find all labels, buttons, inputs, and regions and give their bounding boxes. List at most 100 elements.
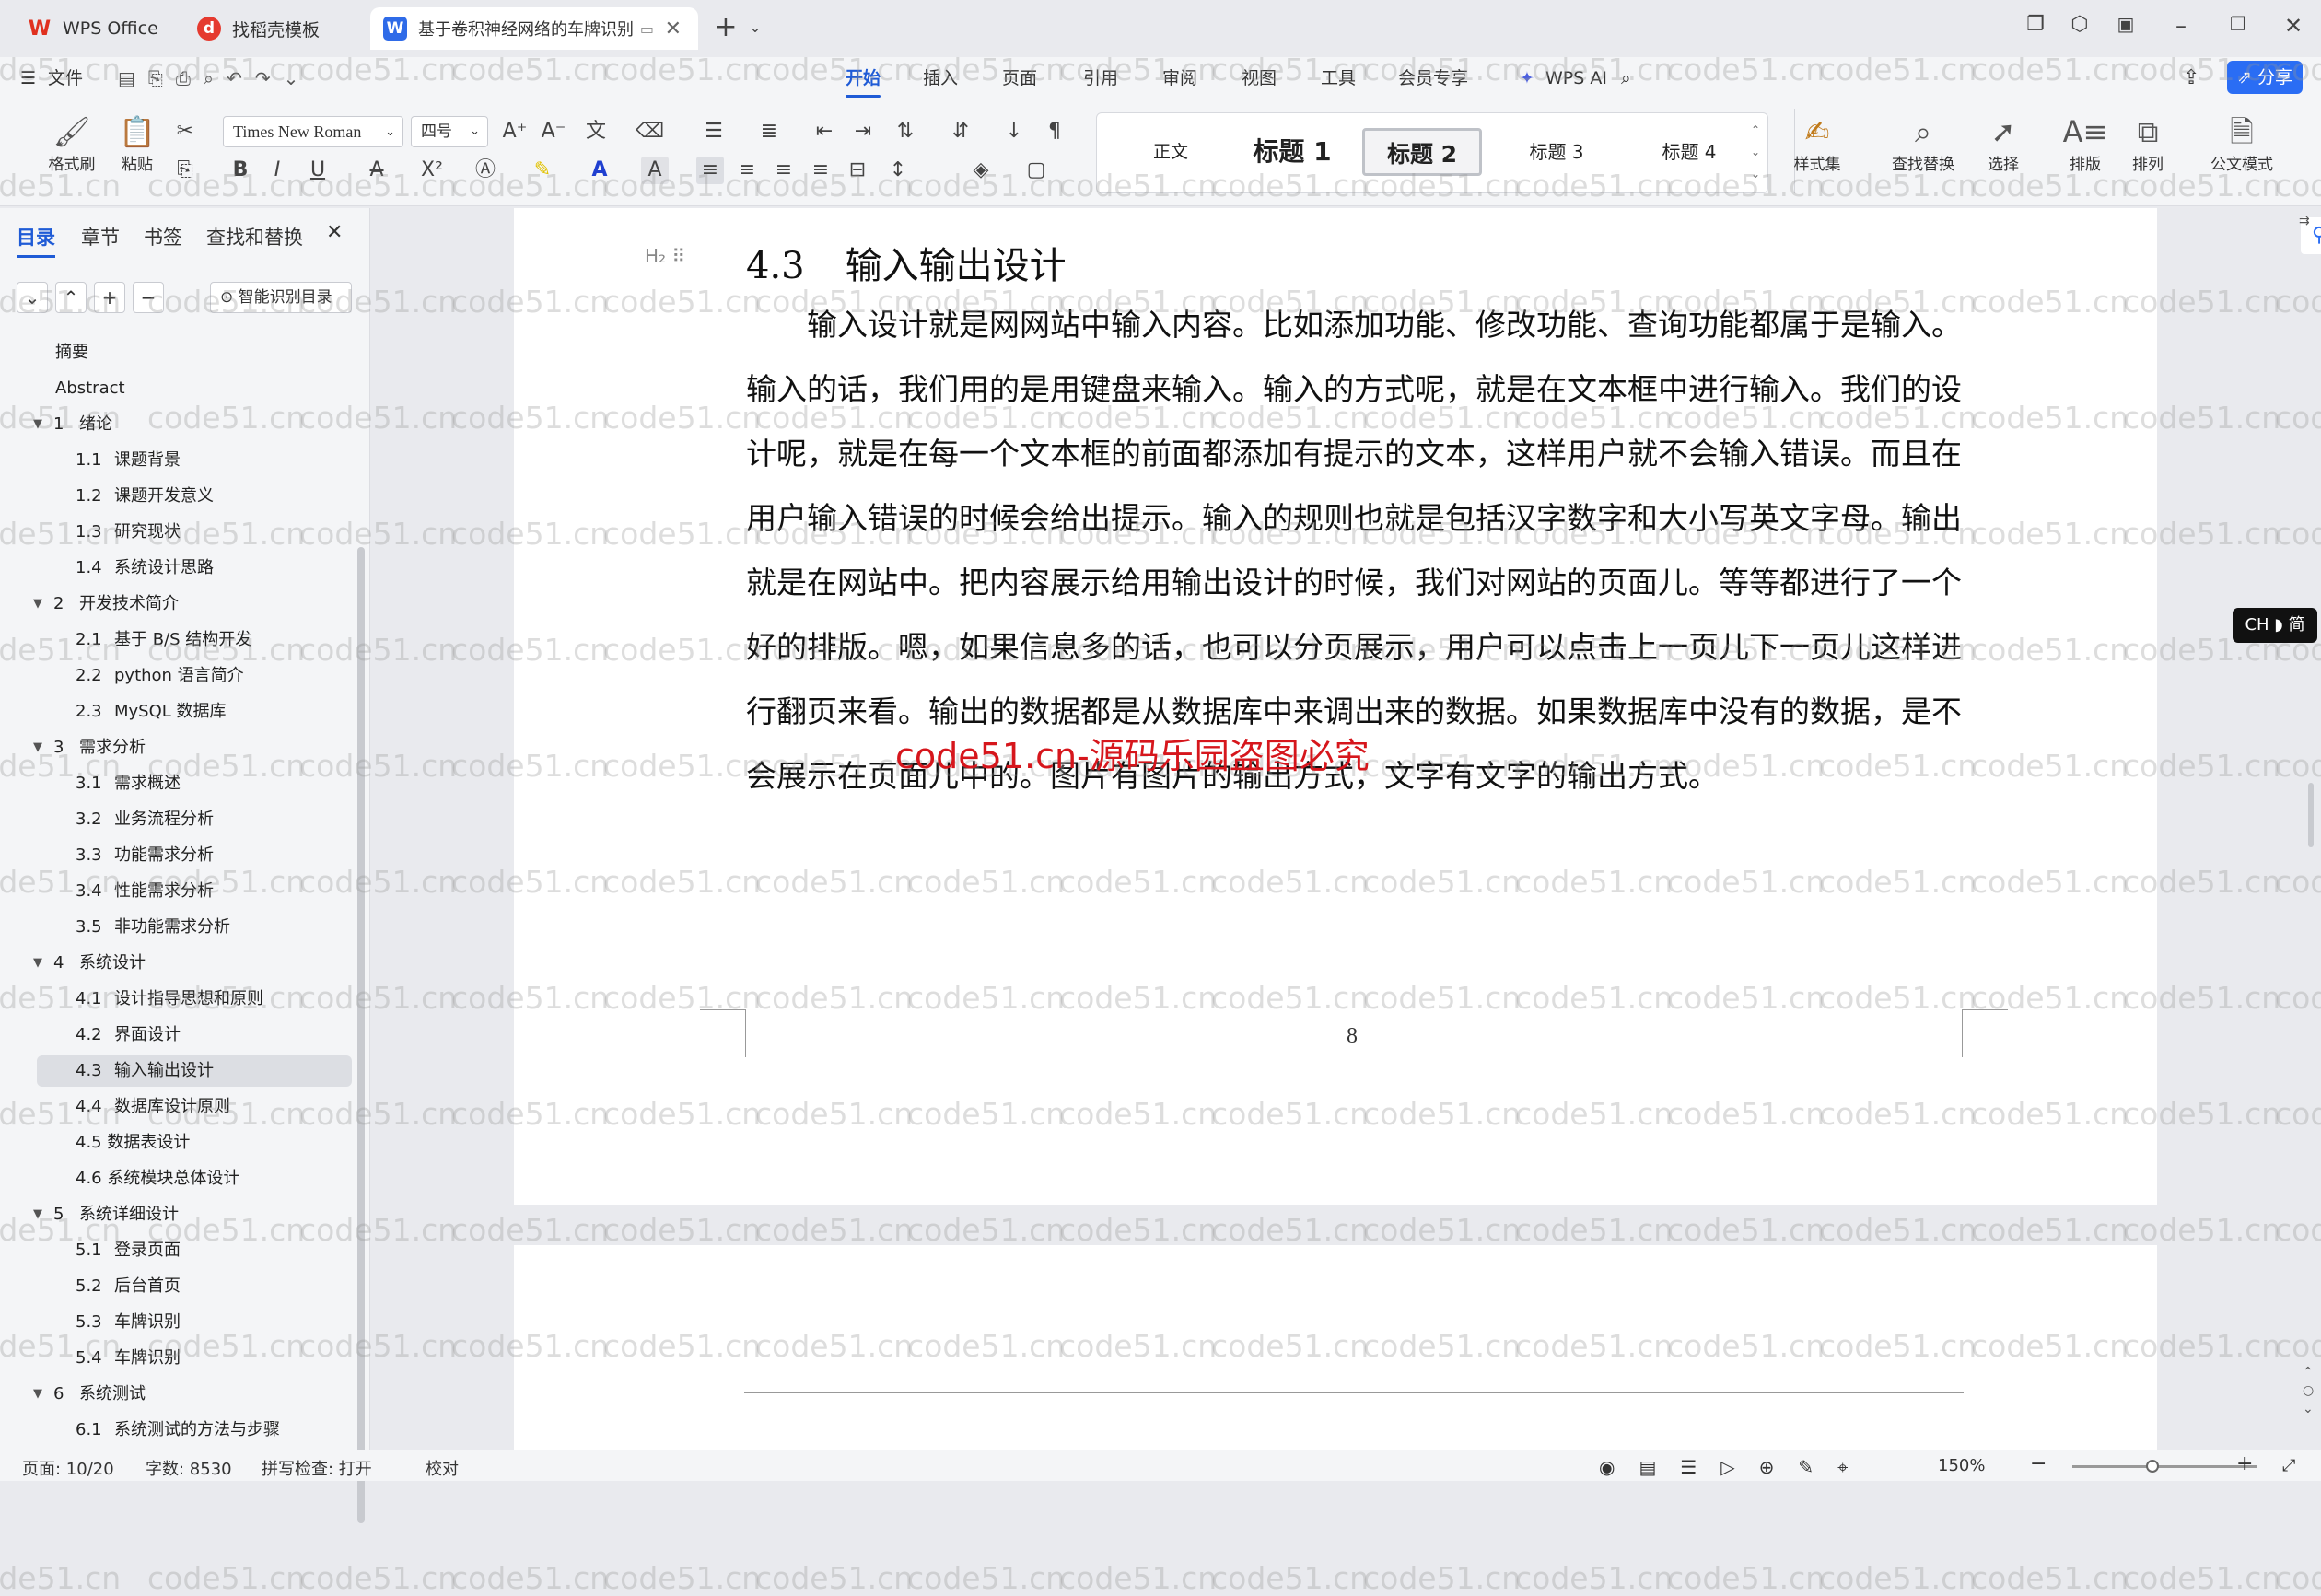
decrease-indent-icon[interactable]: ⇤	[811, 118, 838, 146]
proofread[interactable]: 校对	[426, 1456, 459, 1480]
font-name-select[interactable]: Times New Roman ⌄	[223, 116, 403, 147]
smart-toc-button[interactable]: ⊙ 智能识别目录	[210, 282, 352, 313]
view-mode-icons[interactable]: ◉▤☰▷⊕✎⌖	[1599, 1456, 1872, 1478]
toc-item[interactable]: 摘要	[37, 337, 352, 368]
select-button[interactable]: ➚ 选择	[1971, 112, 2035, 174]
doc-scrollbar[interactable]	[2308, 783, 2314, 847]
increase-indent-icon[interactable]: ⇥	[849, 118, 877, 146]
toc-item[interactable]: 4.4 数据库设计原则	[37, 1091, 352, 1123]
official-mode-button[interactable]: 🗎 公文模式	[2198, 112, 2286, 174]
toc-item[interactable]: ▼ 1 绪论	[33, 409, 352, 440]
zoom-level[interactable]: 150%	[1938, 1456, 1985, 1475]
style-normal[interactable]: 正文	[1125, 128, 1217, 176]
toc-item[interactable]: 2.1 基于 B/S 结构开发	[37, 624, 352, 656]
numbered-list-icon[interactable]: ≣	[755, 118, 783, 146]
zoom-in-icon[interactable]: +	[2236, 1452, 2253, 1475]
align-center-icon[interactable]: ≡	[733, 157, 761, 184]
toc-item[interactable]: 1.1 课题背景	[37, 445, 352, 476]
chevron-down-icon[interactable]: ⌄	[737, 18, 774, 36]
menu-review[interactable]: 审阅	[1162, 64, 1197, 92]
copy-icon[interactable]: ⎘	[171, 157, 199, 184]
line-spacing-icon[interactable]: ↕	[884, 157, 912, 184]
close-panel-icon[interactable]: ✕	[326, 221, 343, 244]
expand-caret-icon[interactable]: ▼	[33, 1199, 42, 1230]
layout-button[interactable]: A≡ 排版	[2056, 112, 2115, 174]
menu-insert[interactable]: 插入	[923, 64, 958, 92]
show-marks-icon[interactable]: ¶	[1041, 118, 1068, 146]
menu-member[interactable]: 会员专享	[1398, 64, 1468, 92]
align-right-icon[interactable]: ≡	[770, 157, 798, 184]
shrink-font-icon[interactable]: A⁻	[540, 118, 567, 146]
style-heading-1[interactable]: 标题 1	[1237, 128, 1347, 176]
toc-item[interactable]: ▼ 5 系统详细设计	[33, 1199, 352, 1230]
share-button[interactable]: ⇗ 分享	[2227, 61, 2303, 94]
menu-file[interactable]: 文件	[48, 64, 83, 92]
fill-icon[interactable]: ◈	[967, 157, 995, 184]
toc-item[interactable]: 4.2 界面设计	[37, 1019, 352, 1051]
arrange-button[interactable]: ⧉ 排列	[2118, 112, 2177, 174]
distributed-icon[interactable]: ⊟	[844, 157, 871, 184]
gallery-scroll-icons[interactable]: ⌃ ⌄ ⌄	[1751, 119, 1760, 185]
restore-icon[interactable]: ❐	[2220, 13, 2257, 35]
cloud-upload-icon[interactable]: ⇪	[2183, 64, 2199, 92]
toc-item[interactable]: ▼ 6 系统测试	[33, 1379, 352, 1410]
bullet-list-icon[interactable]: ☰	[700, 118, 728, 146]
toc-item[interactable]: ▼ 2 开发技术简介	[33, 588, 352, 620]
cut-icon[interactable]: ✂	[171, 118, 199, 146]
toc-item[interactable]: 6.1 系统测试的方法与步骤	[37, 1415, 352, 1446]
tab-docer[interactable]: d 找稻壳模板	[184, 7, 359, 50]
expand-caret-icon[interactable]: ▼	[33, 1379, 42, 1410]
style-heading-3[interactable]: 标题 3	[1499, 128, 1615, 176]
spell-check[interactable]: 拼写检查: 打开	[262, 1456, 372, 1480]
panel-tab-chapters[interactable]: 章节	[81, 223, 120, 250]
avatar[interactable]: ▣	[2107, 13, 2144, 35]
panel-scrollbar[interactable]	[357, 547, 365, 1523]
strikethrough-icon[interactable]: A	[363, 157, 391, 184]
screen-icon[interactable]: ▭	[640, 20, 654, 38]
underline-icon[interactable]: U	[304, 157, 332, 184]
drag-handle-icon[interactable]: ⠿	[671, 245, 685, 267]
style-set-button[interactable]: ✍ 样式集	[1778, 112, 1857, 174]
add-heading-icon[interactable]: +	[94, 282, 125, 313]
text-direction-icon[interactable]: ⇅	[892, 118, 919, 146]
toc-item[interactable]: 3.4 性能需求分析	[37, 876, 352, 907]
toc-item[interactable]: 5.2 后台首页	[37, 1271, 352, 1302]
zoom-slider-thumb[interactable]	[2146, 1460, 2159, 1473]
menu-wps-ai[interactable]: WPS AI	[1545, 64, 1607, 92]
toc-item[interactable]: 4.1 设计指导思想和原则	[37, 984, 352, 1015]
page-indicator[interactable]: 页面: 10/20	[22, 1456, 114, 1480]
paste-button[interactable]: 📋 粘贴	[105, 112, 169, 174]
az-sort-icon[interactable]: ↓	[1000, 118, 1028, 146]
page-nav-icons[interactable]: ⌃ ○ ⌄	[2303, 1363, 2314, 1418]
cube-icon[interactable]: ⬡	[2061, 13, 2098, 36]
toc-item[interactable]: 5.4 车牌识别	[37, 1343, 352, 1374]
panel-tab-toc[interactable]: 目录	[17, 223, 55, 258]
italic-icon[interactable]: I	[263, 157, 291, 184]
highlight-icon[interactable]: ✎	[529, 157, 556, 184]
expand-caret-icon[interactable]: ▼	[33, 409, 42, 440]
toc-item[interactable]: 4.6 系统模块总体设计	[37, 1163, 352, 1194]
toc-item[interactable]: 1.2 课题开发意义	[37, 481, 352, 512]
remove-heading-icon[interactable]: −	[133, 282, 164, 313]
align-left-icon[interactable]: ≡	[696, 157, 724, 184]
menu-view[interactable]: 视图	[1242, 64, 1277, 92]
expand-caret-icon[interactable]: ▼	[33, 948, 42, 979]
style-heading-2[interactable]: 标题 2	[1362, 128, 1482, 176]
menu-page[interactable]: 页面	[1002, 64, 1037, 92]
hamburger-icon[interactable]: ☰	[20, 64, 36, 92]
toc-item[interactable]: 3.3 功能需求分析	[37, 840, 352, 871]
panel-tab-bookmarks[interactable]: 书签	[144, 223, 182, 250]
toc-item[interactable]: 4.5 数据表设计	[37, 1127, 352, 1159]
collapse-right-icon[interactable]: ⇉	[2299, 214, 2310, 228]
zoom-slider[interactable]	[2072, 1465, 2257, 1468]
expand-caret-icon[interactable]: ▼	[33, 588, 42, 620]
toc-item[interactable]: 4.3 输入输出设计	[37, 1055, 352, 1087]
panel-tab-find-replace[interactable]: 查找和替换	[206, 223, 303, 250]
grow-font-icon[interactable]: A⁺	[501, 118, 529, 146]
find-replace-button[interactable]: ⌕ 查找替换	[1879, 112, 1967, 174]
multi-window-icon[interactable]: ❐	[2017, 13, 2054, 36]
toc-item[interactable]: 3.5 非功能需求分析	[37, 912, 352, 943]
toc-item[interactable]: 2.2 python 语言简介	[37, 660, 352, 692]
zoom-out-icon[interactable]: −	[2030, 1452, 2047, 1475]
superscript-icon[interactable]: X²	[418, 157, 446, 184]
